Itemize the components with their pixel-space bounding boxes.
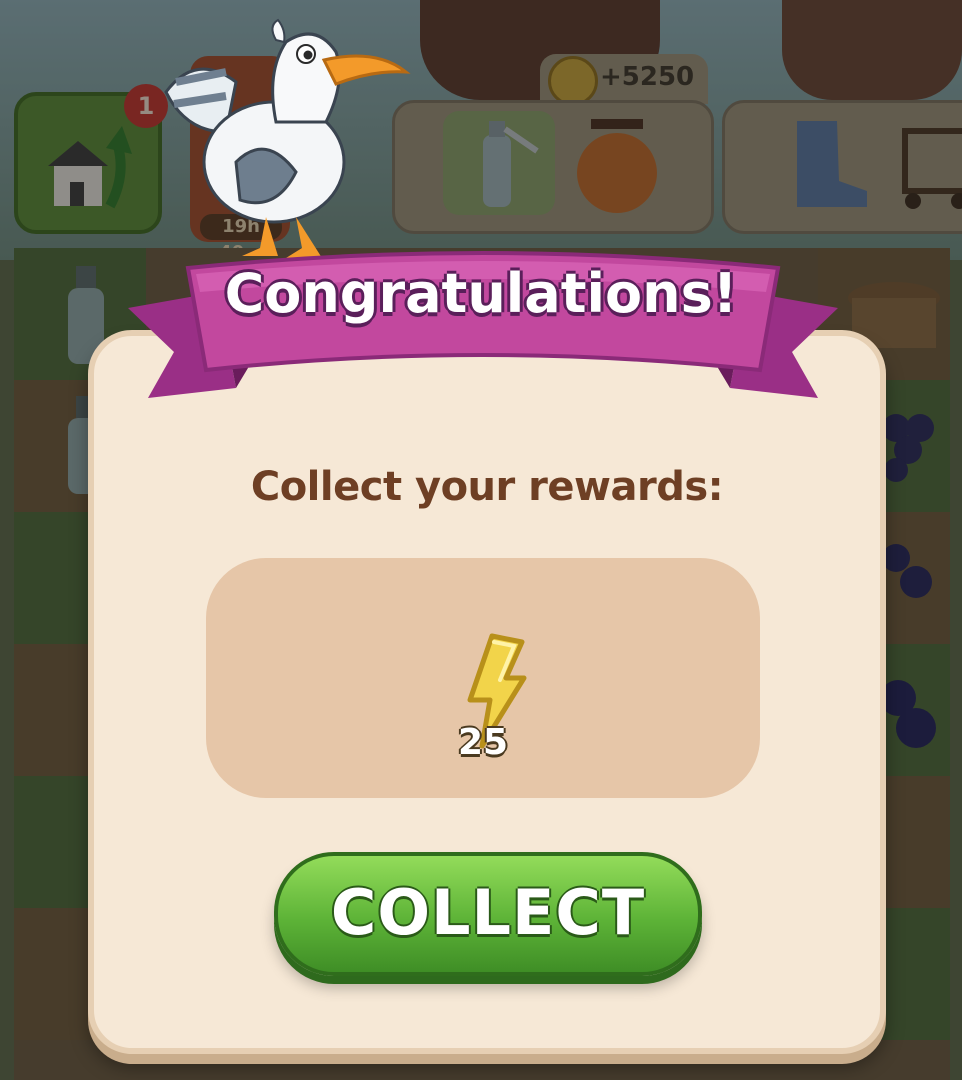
reward-box: 25 <box>206 558 760 798</box>
reward-dialog: Collect your rewards: 25 COLLECT <box>88 330 886 1054</box>
dialog-subtitle: Collect your rewards: <box>250 464 724 510</box>
plums-icon <box>880 680 936 748</box>
cart-icon <box>902 128 962 209</box>
grapes-icon <box>882 414 934 482</box>
order-item-slot <box>885 111 962 215</box>
order-item-slot <box>443 111 555 215</box>
reward-quantity: 25 <box>457 722 509 763</box>
collect-button[interactable]: COLLECT <box>274 852 702 976</box>
spray-bottle-icon <box>483 121 539 207</box>
fruit-basket-icon <box>577 119 657 213</box>
seagull-mascot <box>164 18 411 258</box>
boot-icon <box>797 121 867 207</box>
dialog-title: Congratulations! <box>224 262 738 325</box>
order-reward-amount: +5250 <box>600 62 695 92</box>
customer-character <box>782 0 962 100</box>
order-item-slot <box>767 111 879 215</box>
coin-icon <box>548 56 598 106</box>
order-card[interactable] <box>722 100 962 234</box>
collect-button-label: COLLECT <box>330 876 646 949</box>
berries-icon <box>882 544 932 598</box>
order-item-slot <box>561 111 673 215</box>
order-card[interactable] <box>392 100 714 234</box>
